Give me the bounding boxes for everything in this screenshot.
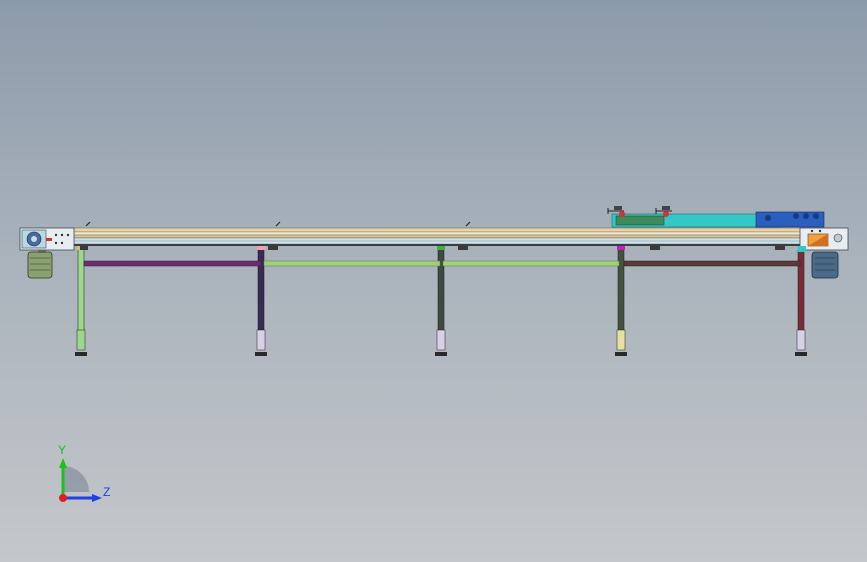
brace-left [83,260,262,267]
triad-graphic [59,458,102,502]
leg-foot [615,352,627,356]
leg-adjuster [616,329,626,351]
leg-adjuster [76,329,86,351]
leg-adjuster [796,329,806,351]
z-axis-arrowhead [92,494,102,502]
top-carriage [607,206,825,228]
leg-foot [435,352,447,356]
coordinate-triad: Y Z [40,438,130,518]
y-axis-label: Y [58,443,67,457]
brace-right [623,260,801,267]
graphics-viewport[interactable]: Y Z [0,0,867,562]
leg-foot [795,352,807,356]
leg-adjuster [256,329,266,351]
y-axis-arrowhead [59,458,67,468]
z-axis-label: Z [103,485,111,499]
leg-foot [75,352,87,356]
triad-plane [63,466,89,492]
left-drive-unit [19,227,75,279]
leg-foot [255,352,267,356]
x-axis-origin [59,494,67,502]
brace-mid-right [442,260,620,267]
right-drive-unit [798,227,849,279]
leg-adjuster [436,329,446,351]
conveyor-assembly-model[interactable] [0,0,867,562]
brace-mid-left [263,260,441,267]
